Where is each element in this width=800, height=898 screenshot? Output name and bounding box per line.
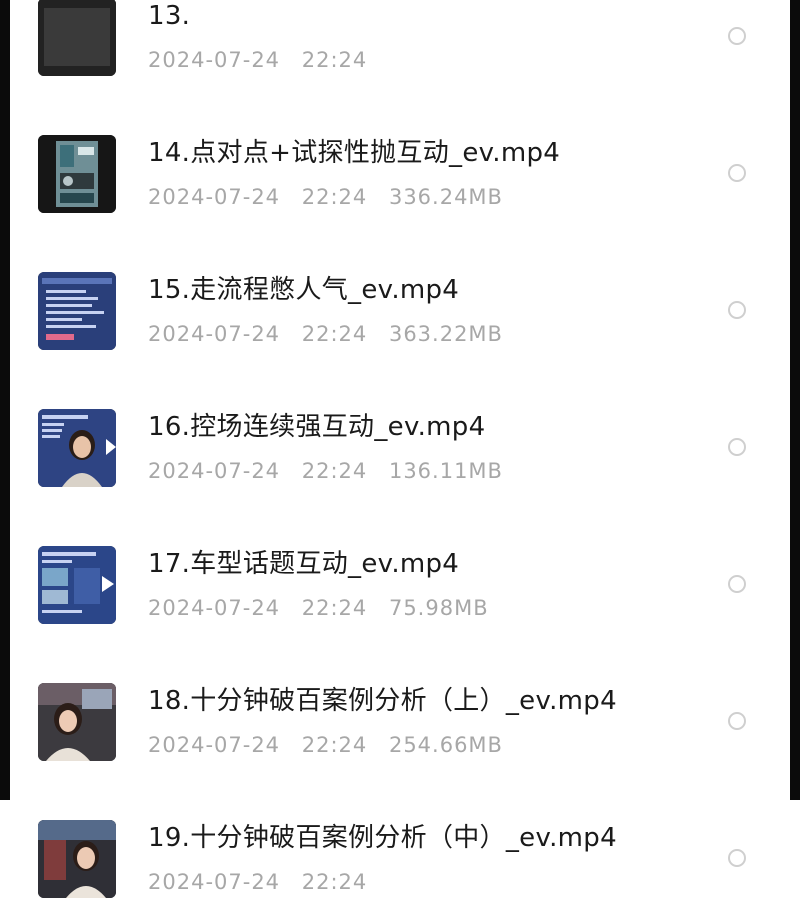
file-date: 2024-07-24 [148,322,280,346]
file-time: 22:24 [302,596,368,620]
left-screen-edge [0,0,10,800]
select-radio[interactable] [728,438,746,456]
select-radio[interactable] [728,301,746,319]
video-thumbnail-icon [38,135,116,213]
file-time: 22:24 [302,185,368,209]
select-radio[interactable] [728,164,746,182]
file-date: 2024-07-24 [148,185,280,209]
file-list: 13. 2024-07-24 22:24 14.点对点+试探性抛互动_ev.mp… [0,0,800,892]
slide-thumbnail-icon [38,272,116,350]
presenter-thumbnail-icon [38,683,116,761]
right-screen-edge [790,0,800,800]
file-size: 136.11MB [389,459,503,483]
file-date: 2024-07-24 [148,596,280,620]
file-time: 22:24 [302,48,368,72]
file-list-item[interactable]: 13. 2024-07-24 22:24 [0,0,800,70]
file-name: 16.控场连续强互动_ev.mp4 [148,410,485,444]
file-name: 13. [148,0,190,33]
file-date: 2024-07-24 [148,733,280,757]
file-date: 2024-07-24 [148,48,280,72]
file-name: 18.十分钟破百案例分析（上）_ev.mp4 [148,684,617,718]
file-time: 22:24 [302,459,368,483]
file-time: 22:24 [302,870,368,894]
slide-thumbnail-icon [38,546,116,624]
file-list-item[interactable]: 19.十分钟破百案例分析（中）_ev.mp4 2024-07-24 22:24 [0,755,800,892]
file-time: 22:24 [302,733,368,757]
select-radio[interactable] [728,27,746,45]
file-list-item[interactable]: 18.十分钟破百案例分析（上）_ev.mp4 2024-07-24 22:24 … [0,618,800,755]
select-radio[interactable] [728,849,746,867]
file-name: 17.车型话题互动_ev.mp4 [148,547,459,581]
file-list-item[interactable]: 16.控场连续强互动_ev.mp4 2024-07-24 22:24 136.1… [0,344,800,481]
select-radio[interactable] [728,712,746,730]
file-time: 22:24 [302,322,368,346]
presenter-thumbnail-icon [38,820,116,898]
file-size: 254.66MB [389,733,503,757]
file-meta: 2024-07-24 22:24 [148,868,395,896]
file-date: 2024-07-24 [148,870,280,894]
file-size: 75.98MB [389,596,489,620]
file-list-item[interactable]: 15.走流程憋人气_ev.mp4 2024-07-24 22:24 363.22… [0,207,800,344]
presenter-thumbnail-icon [38,409,116,487]
file-name: 14.点对点+试探性抛互动_ev.mp4 [148,136,560,170]
file-list-item[interactable]: 14.点对点+试探性抛互动_ev.mp4 2024-07-24 22:24 33… [0,70,800,207]
video-thumbnail-icon [38,0,116,76]
file-size: 363.22MB [389,322,503,346]
file-date: 2024-07-24 [148,459,280,483]
file-size: 336.24MB [389,185,503,209]
select-radio[interactable] [728,575,746,593]
file-name: 19.十分钟破百案例分析（中）_ev.mp4 [148,821,617,855]
file-name: 15.走流程憋人气_ev.mp4 [148,273,459,307]
file-list-item[interactable]: 17.车型话题互动_ev.mp4 2024-07-24 22:24 75.98M… [0,481,800,618]
